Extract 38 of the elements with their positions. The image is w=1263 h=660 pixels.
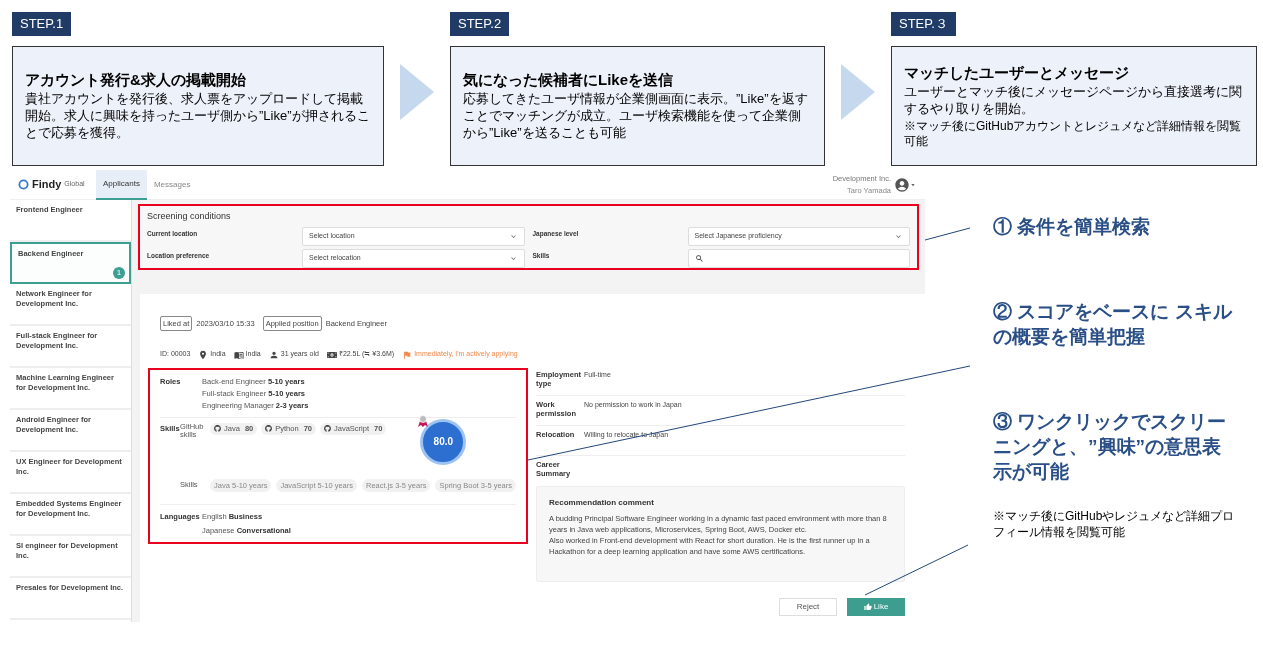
github-icon <box>214 425 222 433</box>
nav-tab[interactable]: Applicants <box>96 169 147 200</box>
leader-line <box>924 227 971 241</box>
callout-heading: ③ ワンクリックでスクリーニングと、”興味”の意思表示が可能 <box>993 410 1228 484</box>
logo-icon <box>18 179 29 190</box>
callout-heading: ① 条件を簡単検索 <box>993 215 1152 239</box>
step-label: STEP.2 <box>450 12 510 36</box>
step-description: ユーザーとマッチ後にメッセージページから直接選考に関するやり取りを開始。 <box>904 82 1243 117</box>
chevron-arrow-icon <box>400 64 434 120</box>
reject-button[interactable]: Reject <box>779 597 837 616</box>
recommendation-title: Recommendation comment <box>549 496 655 509</box>
flag-icon <box>402 349 413 360</box>
medal-icon <box>418 414 429 427</box>
callout-note: ※マッチ後にGitHubやレジュメなど詳細プロフィール情報を閲覧可能 <box>993 508 1236 540</box>
step-title: マッチしたユーザーとメッセージ <box>904 62 1130 83</box>
search-field[interactable] <box>687 248 910 268</box>
panel-title: Screening conditions <box>147 210 232 223</box>
brand-name: Findy <box>32 177 62 193</box>
step-note: ※マッチ後にGitHubアカウントとレジュメなど詳細情報を閲覧可能 <box>904 118 1243 149</box>
person-icon <box>268 349 279 360</box>
step-title: アカウント発行&求人の掲載開始 <box>25 70 247 90</box>
github-icon <box>323 425 331 433</box>
thumbs-up-icon <box>863 602 872 611</box>
github-icon <box>265 425 273 433</box>
chevron-arrow-icon <box>841 64 875 120</box>
location-pin-icon <box>198 349 209 360</box>
nav-tab[interactable]: Messages <box>146 169 198 200</box>
account-icon[interactable] <box>894 176 910 193</box>
banknote-icon <box>326 349 337 360</box>
search-icon <box>694 253 704 263</box>
step-title: 気になった候補者にLikeを送信 <box>463 70 674 90</box>
step-label: STEP.３ <box>891 12 956 36</box>
step-description: 応募してきたユーザ情報が企業側画面に表示。”Like”を返すことでマッチングが成立。ユーザ検索機能を使って企業側から”Like”を送ることも可能 <box>463 90 809 141</box>
book-icon <box>233 349 244 360</box>
count-badge: 1 <box>113 267 125 279</box>
step-description: 貴社アカウントを発行後、求人票をアップロードして掲載開始。求人に興味を持ったユーザ側から”Like”が押されることで応募を獲得。 <box>25 90 371 141</box>
callout-heading: ② スコアをベースに スキルの概要を簡単把握 <box>993 300 1233 349</box>
step-label: STEP.1 <box>12 12 72 36</box>
